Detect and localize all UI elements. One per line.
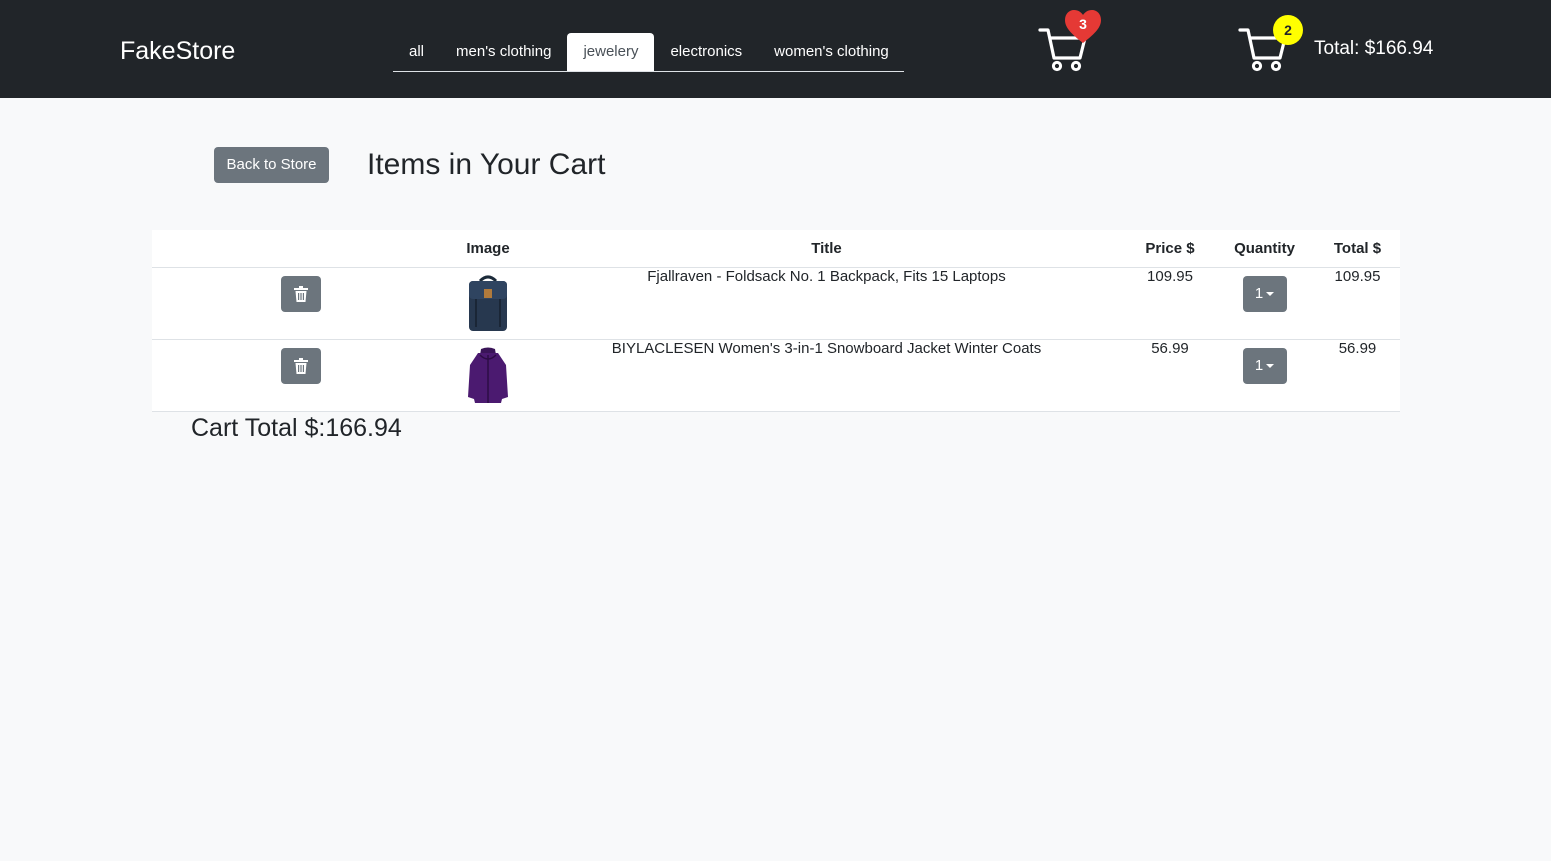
- tab-jewelery[interactable]: jewelery: [567, 33, 655, 71]
- page-title: Items in Your Cart: [367, 148, 606, 181]
- product-title[interactable]: Fjallraven - Foldsack No. 1 Backpack, Fi…: [527, 267, 1126, 340]
- tab-womens-clothing[interactable]: women's clothing: [758, 33, 905, 71]
- cart-total: Cart Total $:166.94: [191, 414, 402, 442]
- trash-icon: [293, 358, 308, 374]
- table-row: Fjallraven - Foldsack No. 1 Backpack, Fi…: [152, 267, 1400, 340]
- delete-item-button[interactable]: [280, 276, 321, 312]
- column-header-quantity: Quantity: [1214, 230, 1315, 268]
- quantity-value: 1: [1254, 285, 1264, 302]
- chevron-down-icon: [1266, 364, 1275, 369]
- product-price: 109.95: [1126, 267, 1214, 340]
- product-price: 56.99: [1126, 339, 1214, 412]
- product-title[interactable]: BIYLACLESEN Women's 3-in-1 Snowboard Jac…: [527, 339, 1126, 412]
- navbar-cart-total: Total: $166.94: [1314, 38, 1434, 59]
- table-row: BIYLACLESEN Women's 3-in-1 Snowboard Jac…: [152, 339, 1400, 412]
- tab-mens-clothing[interactable]: men's clothing: [440, 33, 567, 71]
- column-header-price: Price $: [1126, 230, 1214, 268]
- product-total: 109.95: [1315, 267, 1400, 340]
- cart-table: Image Title Price $ Quantity Total $ Fja…: [152, 230, 1400, 412]
- tab-electronics[interactable]: electronics: [654, 33, 758, 71]
- trash-icon: [293, 286, 308, 302]
- product-image-backpack: [469, 275, 507, 331]
- quantity-dropdown[interactable]: 1: [1242, 276, 1287, 312]
- delete-item-button[interactable]: [280, 348, 321, 384]
- column-header-title: Title: [527, 230, 1126, 268]
- tab-all[interactable]: all: [393, 33, 440, 71]
- navbar: FakeStore all men's clothing jewelery el…: [0, 0, 1551, 98]
- table-header-row: Image Title Price $ Quantity Total $: [152, 230, 1400, 268]
- column-header-image: Image: [449, 230, 527, 268]
- category-tabs: all men's clothing jewelery electronics …: [393, 33, 904, 72]
- column-header-actions: [152, 230, 449, 268]
- cart-count-badge: 2: [1273, 15, 1303, 45]
- back-to-store-button[interactable]: Back to Store: [214, 147, 329, 183]
- chevron-down-icon: [1266, 292, 1275, 297]
- brand-logo[interactable]: FakeStore: [120, 36, 235, 66]
- wishlist-count-badge: 3: [1079, 16, 1087, 32]
- product-total: 56.99: [1315, 339, 1400, 412]
- quantity-value: 1: [1254, 357, 1264, 374]
- quantity-dropdown[interactable]: 1: [1242, 348, 1287, 384]
- column-header-total: Total $: [1315, 230, 1400, 268]
- product-image-jacket: [468, 347, 508, 403]
